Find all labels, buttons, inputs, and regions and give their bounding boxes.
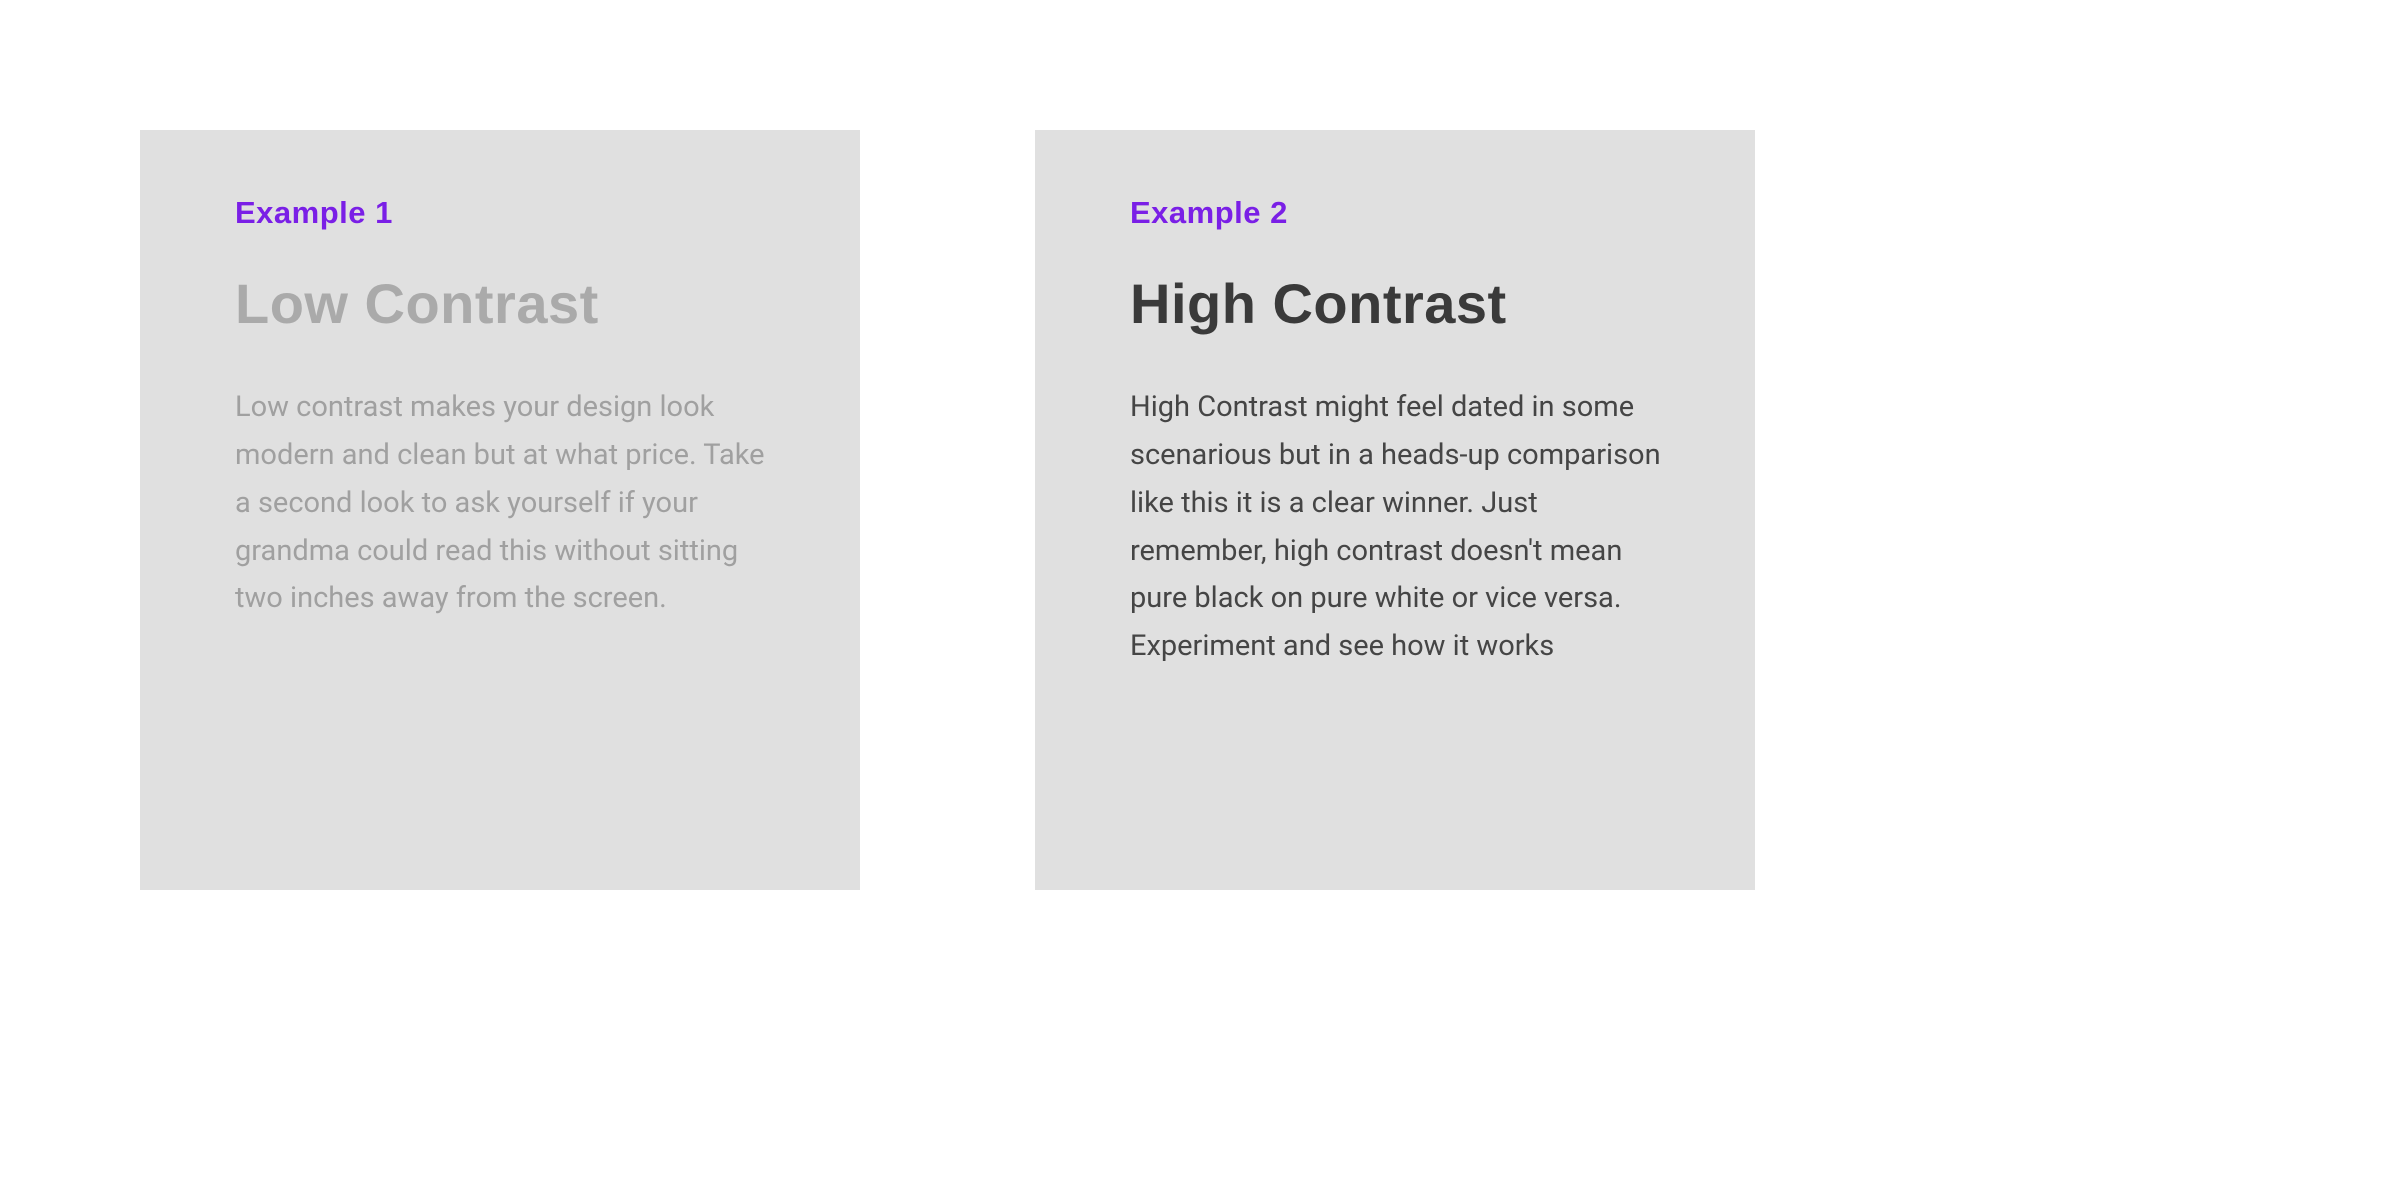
card-body: High Contrast might feel dated in some s… [1130, 384, 1665, 671]
eyebrow-label: Example 2 [1130, 195, 1665, 231]
example-card-low-contrast: Example 1 Low Contrast Low contrast make… [140, 130, 860, 890]
eyebrow-label: Example 1 [235, 195, 770, 231]
example-card-high-contrast: Example 2 High Contrast High Contrast mi… [1035, 130, 1755, 890]
card-title: Low Contrast [235, 271, 770, 336]
card-title: High Contrast [1130, 271, 1665, 336]
card-body: Low contrast makes your design look mode… [235, 384, 770, 623]
